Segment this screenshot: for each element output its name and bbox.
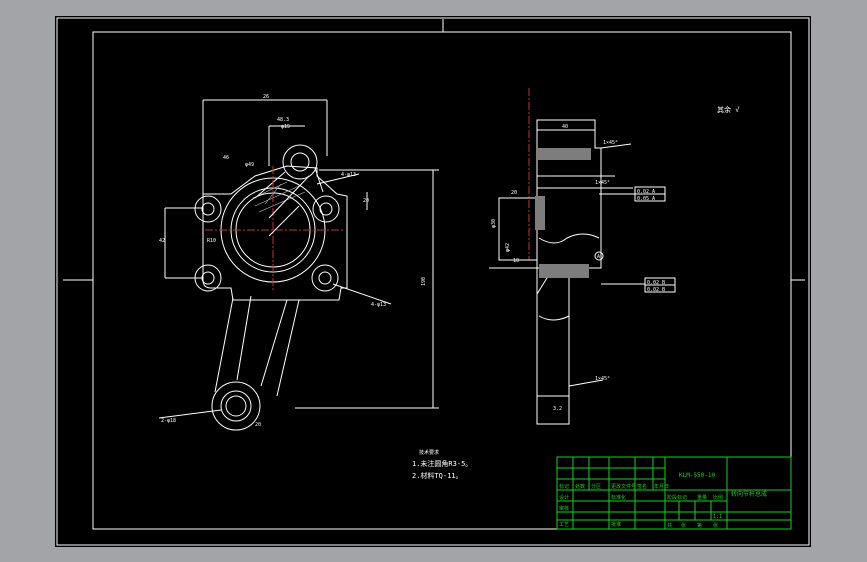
lower-boss-hole <box>225 395 247 417</box>
leader-bolt-bot <box>332 283 392 305</box>
dim-top-width: 26 <box>263 94 269 100</box>
dim-phi-main: φ49 <box>245 162 254 168</box>
lower-boss-outer <box>211 381 261 431</box>
dim-bottom-hole: 2-φ18 <box>161 418 176 424</box>
side-dim-top-val: 40 <box>562 124 568 130</box>
dim-height-left: 42 <box>159 238 165 244</box>
tb-scale: 1:1 <box>713 514 722 520</box>
drawing-canvas[interactable]: 26 48.3 φ15 46 φ49 R10 190 20 42 4-φ13 4… <box>55 16 811 547</box>
tb-part-name: 转向节杆总成 <box>731 490 767 498</box>
bolt-boss-tl <box>194 195 222 223</box>
dim-r-label: R10 <box>207 238 216 244</box>
upper-arm-boss <box>282 144 318 180</box>
side-dim-c: φ30 <box>491 219 497 228</box>
side-stem <box>536 277 570 424</box>
bolt-hole-bl <box>201 271 215 285</box>
tb-process: 工艺 <box>559 522 569 528</box>
notes-header: 技术要求 <box>419 449 439 456</box>
technical-notes: 技术要求 1.未注圆角R3-5。 2.材料TQ-11。 <box>412 449 472 480</box>
tb-weight: 重量 <box>697 494 707 501</box>
tb-check: 审核 <box>559 505 569 512</box>
side-dim-c3: 1×45° <box>595 376 610 382</box>
tb-ratio: 比例 <box>713 494 723 501</box>
side-hatch-bottom <box>539 264 589 278</box>
bolt-boss-tr <box>312 195 340 223</box>
notes-line-2: 2.材料TQ-11。 <box>412 471 463 480</box>
side-dim-b: 20 <box>511 190 517 196</box>
tb-lbl-sign: 签名 <box>637 483 647 490</box>
notes-line-1: 1.未注圆角R3-5。 <box>412 459 472 468</box>
bolt-hole-tl <box>201 202 215 216</box>
upper-arm-hole <box>290 152 310 172</box>
tb-drawing-no: KLM-550-10 <box>679 472 716 479</box>
roughness-mark: 其余 √ <box>717 105 740 114</box>
tb-lbl-zone: 分区 <box>591 483 601 490</box>
gdt-box-4-text: 0.02 B <box>647 287 665 293</box>
dim-sub-width: 48.3 <box>277 117 289 123</box>
title-block[interactable]: KLM-550-10 转向节杆总成 1:1 标记 处数 分区 更改文件号 签名 … <box>556 456 792 530</box>
dim-bolt-holes: 4-φ13 <box>341 172 356 178</box>
side-dim-fit: φ42 <box>505 243 511 252</box>
cad-viewport[interactable]: 26 48.3 φ15 46 φ49 R10 190 20 42 4-φ13 4… <box>0 0 867 562</box>
side-dim-c2: 1×45° <box>595 180 610 186</box>
bolt-boss-br <box>311 264 339 292</box>
tb-approve: 批准 <box>611 521 621 528</box>
side-hatch-hub <box>535 196 545 230</box>
side-break-line-2 <box>538 315 570 321</box>
side-view[interactable]: 40 1×45° 20 φ30 φ42 10 1×45° 1×45° 3.2 0… <box>489 88 676 425</box>
front-view[interactable]: 26 48.3 φ15 46 φ49 R10 190 20 42 4-φ13 4… <box>158 94 439 431</box>
dim-height-total: 190 <box>421 277 427 286</box>
dim-height-block: 20 <box>363 198 369 204</box>
side-dim-chamfer: 1×45° <box>603 140 618 146</box>
side-hatch-top <box>537 148 591 160</box>
tb-design: 设计 <box>559 494 569 501</box>
side-break-line <box>538 233 600 244</box>
dim-width-small: 46 <box>223 155 229 161</box>
inner-frame <box>92 31 792 530</box>
dim-bolt-holes-2: 4-φ13 <box>371 302 386 308</box>
tb-stage: 阶段标记 <box>667 494 687 501</box>
tb-lbl-mark: 标记 <box>559 483 569 490</box>
side-dim-bottom: 10 <box>513 258 519 264</box>
gdt-box-2-text: 0.05 A <box>637 196 655 202</box>
lower-arm-webs <box>214 295 300 397</box>
tb-page: 第 <box>697 522 702 529</box>
tb-lbl-date: 年月日 <box>654 483 669 490</box>
dim-bottom-w: 20 <box>255 422 261 428</box>
tb-std: 标准化 <box>611 494 626 501</box>
dim-phi-hole: φ15 <box>281 124 290 130</box>
drawing-svg: 26 48.3 φ15 46 φ49 R10 190 20 42 4-φ13 4… <box>56 17 810 546</box>
bolt-hole-tr <box>319 202 333 216</box>
tb-of: 张 <box>681 522 686 529</box>
leader-bottom-hole <box>158 409 222 419</box>
datum-label: A <box>597 254 600 260</box>
tb-lbl-count: 处数 <box>575 483 585 490</box>
tb-page2: 张 <box>713 522 718 529</box>
tb-lbl-change: 更改文件号 <box>611 483 636 490</box>
side-bottom-ra: 3.2 <box>553 406 562 412</box>
tb-sheet: 共 <box>667 522 672 529</box>
bolt-hole-br <box>318 271 332 285</box>
